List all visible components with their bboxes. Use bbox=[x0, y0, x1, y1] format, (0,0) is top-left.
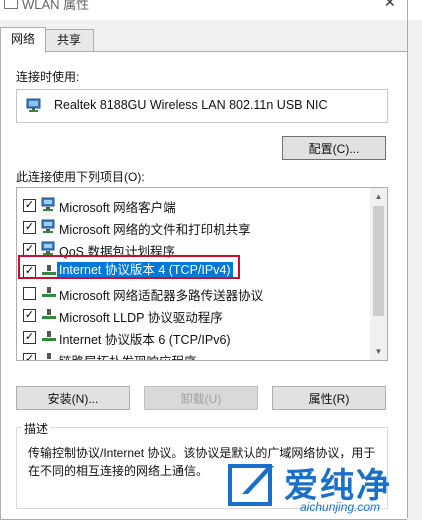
configure-button[interactable]: 配置(C)... bbox=[282, 136, 386, 160]
list-item[interactable]: ✓ Microsoft 网络的文件和打印机共享 bbox=[17, 216, 370, 237]
protocol-icon bbox=[42, 287, 56, 297]
title-bar: WLAN 属性 ✕ bbox=[0, 0, 422, 20]
checkbox[interactable]: ✓ bbox=[23, 331, 36, 344]
item-label: Microsoft 网络的文件和打印机共享 bbox=[59, 223, 251, 237]
list-item[interactable]: ✓ 链路层拓扑发现响应程序 bbox=[17, 348, 370, 360]
scroll-up-icon[interactable]: ▲ bbox=[370, 188, 387, 205]
item-label: Internet 协议版本 6 (TCP/IPv6) bbox=[59, 333, 231, 347]
connect-using-label: 连接时使用: bbox=[16, 70, 80, 84]
checkbox[interactable] bbox=[23, 287, 36, 300]
watermark-url: aichunjing.com bbox=[300, 500, 381, 514]
highlight-annotation bbox=[18, 255, 240, 279]
close-icon[interactable]: ✕ bbox=[384, 0, 396, 11]
network-adapter-icon bbox=[26, 98, 41, 112]
window-border bbox=[407, 0, 408, 518]
protocol-icon bbox=[42, 331, 56, 341]
list-item[interactable]: Microsoft 网络适配器多路传送器协议 bbox=[17, 282, 370, 303]
checkbox[interactable]: ✓ bbox=[23, 221, 36, 234]
properties-button[interactable]: 属性(R) bbox=[272, 386, 386, 410]
item-label: Microsoft 网络适配器多路传送器协议 bbox=[59, 289, 264, 303]
item-label: Microsoft LLDP 协议驱动程序 bbox=[59, 311, 223, 325]
qos-icon bbox=[41, 241, 55, 255]
list-item[interactable]: ✓ Internet 协议版本 6 (TCP/IPv6) bbox=[17, 326, 370, 347]
scroll-thumb[interactable] bbox=[373, 206, 384, 316]
description-title: 描述 bbox=[22, 420, 51, 437]
item-label: 链路层拓扑发现响应程序 bbox=[59, 351, 197, 360]
tab-sharing[interactable]: 共享 bbox=[44, 29, 94, 51]
file-sharing-icon bbox=[41, 219, 55, 233]
list-item[interactable]: ✓ Microsoft 网络客户端 bbox=[17, 194, 370, 215]
checkbox[interactable]: ✓ bbox=[23, 309, 36, 322]
watermark-logo bbox=[228, 464, 274, 506]
adapter-name: Realtek 8188GU Wireless LAN 802.11n USB … bbox=[54, 98, 328, 112]
protocol-icon bbox=[42, 309, 56, 319]
item-label: Microsoft 网络客户端 bbox=[59, 201, 176, 215]
protocol-icon bbox=[47, 353, 51, 359]
checkbox[interactable]: ✓ bbox=[23, 199, 36, 212]
items-label: 此连接使用下列项目(O): bbox=[16, 170, 145, 184]
install-button[interactable]: 安装(N)... bbox=[16, 386, 130, 410]
list-item[interactable]: ✓ Microsoft LLDP 协议驱动程序 bbox=[17, 304, 370, 325]
window-icon bbox=[4, 0, 18, 9]
network-client-icon bbox=[41, 197, 55, 211]
adapter-field: Realtek 8188GU Wireless LAN 802.11n USB … bbox=[16, 89, 388, 123]
tab-strip: 网络 共享 bbox=[0, 27, 407, 53]
uninstall-button[interactable]: 卸载(U) bbox=[144, 386, 258, 410]
checkbox[interactable]: ✓ bbox=[23, 353, 36, 360]
scroll-down-icon[interactable]: ▼ bbox=[370, 343, 387, 360]
window-title: WLAN 属性 bbox=[22, 0, 90, 12]
list-scrollbar[interactable]: ▲ ▼ bbox=[370, 188, 387, 360]
tab-network[interactable]: 网络 bbox=[0, 27, 46, 53]
